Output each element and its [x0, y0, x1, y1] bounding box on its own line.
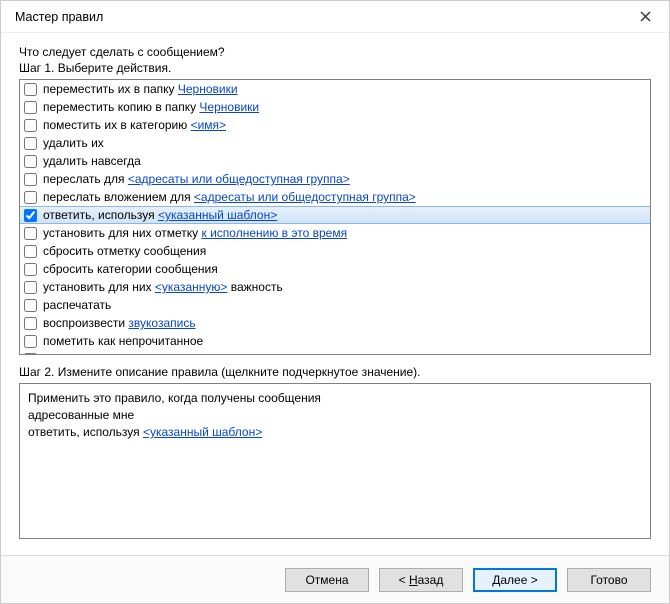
action-checkbox[interactable] — [24, 335, 37, 348]
action-link[interactable]: Черновики — [199, 100, 259, 114]
action-label: установить для них отметку к исполнению … — [43, 225, 347, 241]
action-label: удалить навсегда — [43, 153, 141, 169]
action-label: сбросить отметку сообщения — [43, 243, 206, 259]
action-label: поместить их в категорию <имя> — [43, 117, 226, 133]
action-checkbox[interactable] — [24, 101, 37, 114]
action-checkbox[interactable] — [24, 155, 37, 168]
action-checkbox[interactable] — [24, 281, 37, 294]
action-row[interactable]: ответить, используя <указанный шаблон> — [20, 206, 650, 224]
action-label: переместить их в папку Черновики — [43, 81, 238, 97]
action-link[interactable]: <адресаты или общедоступная группа> — [194, 190, 416, 204]
action-label: ответить, используя <указанный шаблон> — [43, 207, 277, 223]
action-label: переслать вложением для <адресаты или об… — [43, 189, 416, 205]
action-label: переслать для <адресаты или общедоступна… — [43, 171, 350, 187]
description-line: ответить, используя <указанный шаблон> — [28, 424, 642, 441]
action-row[interactable]: переместить их в папку Черновики — [20, 80, 650, 98]
action-checkbox[interactable] — [24, 191, 37, 204]
description-link[interactable]: <указанный шаблон> — [143, 425, 262, 439]
dialog-body: Что следует сделать с сообщением? Шаг 1.… — [1, 33, 669, 555]
back-button[interactable]: < Назад — [379, 568, 463, 592]
action-label: установить для них <указанную> важность — [43, 279, 283, 295]
description-box[interactable]: Применить это правило, когда получены со… — [19, 383, 651, 539]
action-checkbox[interactable] — [24, 353, 37, 356]
action-link[interactable]: <имя> — [191, 118, 226, 132]
action-label: воспроизвести звукозапись — [43, 315, 196, 331]
step2-label: Шаг 2. Измените описание правила (щелкни… — [19, 365, 651, 379]
action-link[interactable]: <указанную> — [155, 280, 228, 294]
action-link[interactable]: Черновики — [178, 82, 238, 96]
action-row[interactable]: пометить как непрочитанное — [20, 332, 650, 350]
action-checkbox[interactable] — [24, 299, 37, 312]
description-line: Применить это правило, когда получены со… — [28, 390, 642, 407]
rules-wizard-dialog: Мастер правил Что следует сделать с сооб… — [0, 0, 670, 604]
action-checkbox[interactable] — [24, 317, 37, 330]
next-button[interactable]: Далее > — [473, 568, 557, 592]
action-link[interactable]: <адресаты или общедоступная группа> — [128, 172, 350, 186]
action-label: распечатать — [43, 297, 111, 313]
action-row[interactable]: распечатать — [20, 296, 650, 314]
finish-button[interactable]: Готово — [567, 568, 651, 592]
close-button[interactable] — [625, 3, 665, 31]
action-row[interactable]: удалить навсегда — [20, 152, 650, 170]
action-label: пометить как непрочитанное — [43, 333, 203, 349]
action-label: переместить копию в папку Черновики — [43, 99, 259, 115]
action-label: остановить дальнейшую обработку правил — [43, 351, 284, 355]
action-row[interactable]: переслать для <адресаты или общедоступна… — [20, 170, 650, 188]
button-bar: Отмена < Назад Далее > Готово — [1, 555, 669, 603]
action-row[interactable]: остановить дальнейшую обработку правил — [20, 350, 650, 355]
action-row[interactable]: переместить копию в папку Черновики — [20, 98, 650, 116]
action-row[interactable]: удалить их — [20, 134, 650, 152]
description-line: адресованные мне — [28, 407, 642, 424]
window-title: Мастер правил — [15, 10, 103, 24]
action-link[interactable]: <указанный шаблон> — [158, 208, 277, 222]
action-checkbox[interactable] — [24, 263, 37, 276]
step1-label: Шаг 1. Выберите действия. — [19, 61, 651, 75]
action-checkbox[interactable] — [24, 83, 37, 96]
action-link[interactable]: звукозапись — [128, 316, 195, 330]
action-row[interactable]: установить для них отметку к исполнению … — [20, 224, 650, 242]
question-text: Что следует сделать с сообщением? — [19, 45, 651, 59]
cancel-button[interactable]: Отмена — [285, 568, 369, 592]
action-row[interactable]: переслать вложением для <адресаты или об… — [20, 188, 650, 206]
action-link[interactable]: к исполнению в это время — [202, 226, 348, 240]
action-checkbox[interactable] — [24, 137, 37, 150]
action-label: удалить их — [43, 135, 104, 151]
titlebar: Мастер правил — [1, 1, 669, 33]
action-checkbox[interactable] — [24, 173, 37, 186]
close-icon — [640, 11, 651, 22]
action-row[interactable]: сбросить категории сообщения — [20, 260, 650, 278]
action-checkbox[interactable] — [24, 209, 37, 222]
action-checkbox[interactable] — [24, 227, 37, 240]
action-row[interactable]: поместить их в категорию <имя> — [20, 116, 650, 134]
action-checkbox[interactable] — [24, 245, 37, 258]
action-row[interactable]: установить для них <указанную> важность — [20, 278, 650, 296]
actions-listbox[interactable]: переместить их в папку Черновики перемест… — [19, 79, 651, 355]
action-row[interactable]: сбросить отметку сообщения — [20, 242, 650, 260]
action-label: сбросить категории сообщения — [43, 261, 218, 277]
action-checkbox[interactable] — [24, 119, 37, 132]
action-row[interactable]: воспроизвести звукозапись — [20, 314, 650, 332]
